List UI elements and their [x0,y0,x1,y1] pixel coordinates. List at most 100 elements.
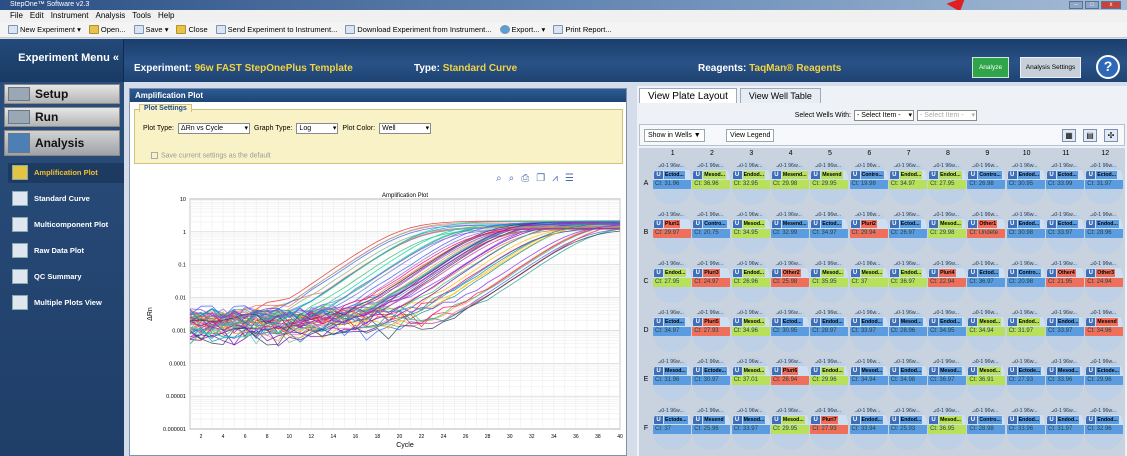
plate-well[interactable]: A50-1 96w... U Mesod... Ct: 35.95 [810,259,849,303]
row-header[interactable]: C [639,278,653,285]
plate-well[interactable]: A50-1 96w... U Other1 Ct: Undete [967,210,1006,254]
plate-well[interactable]: A50-1 96w... U Mesod... Ct: 28.96 [888,308,927,352]
zoom-in-icon[interactable]: ⌕ [496,173,502,184]
plate-well[interactable]: A50-1 96w... U Endod... Ct: 33.97 [849,308,888,352]
plate-well[interactable]: A50-1 96w... U Endod... Ct: 27.95 [928,161,967,205]
column-header[interactable]: 7 [889,148,928,159]
plate-well[interactable]: A50-1 96w... U Pluri6 Ct: 26.94 [770,357,809,401]
plate-well[interactable]: A50-1 96w... U Mesend Ct: 25.96 [692,406,731,450]
zoom-out-icon[interactable]: ⌕ [509,173,515,184]
plate-well[interactable]: A50-1 96w... U Ectod... Ct: 30.95 [770,308,809,352]
plate-well[interactable]: A50-1 96w... U Endod... Ct: 36.97 [888,259,927,303]
plate-well[interactable]: A50-1 96w... U Contro... Ct: 26.98 [967,161,1006,205]
plate-well[interactable]: A50-1 96w... U Endod... Ct: 28.97 [810,308,849,352]
experiment-menu-toggle[interactable]: Experiment Menu « [0,39,124,82]
menu-instrument[interactable]: Instrument [51,10,89,22]
sidebar-item-amplification-plot[interactable]: Amplification Plot [8,163,124,183]
plate-well[interactable]: A50-1 96w... U Endod... Ct: 26.96 [731,259,770,303]
plate-well[interactable]: A50-1 96w... U Mesod... Ct: 34.95 [731,210,770,254]
plate-well[interactable]: A50-1 96w... U Ectod... Ct: 33.97 [1046,210,1084,254]
sidebar-item-standard-curve[interactable]: Standard Curve [8,189,124,209]
download-experiment-button[interactable]: Download Experiment from Instrument... [345,25,492,35]
menu-file[interactable]: File [10,10,23,22]
plate-well[interactable]: A50-1 96w... U Mesod... Ct: 36.96 [692,161,731,205]
plate-well[interactable]: A50-1 96w... U Mesend Ct: 29.95 [810,161,849,205]
plate-well[interactable]: A50-1 96w... U Mesod... Ct: 37.01 [731,357,770,401]
plate-well[interactable]: A50-1 96w... U Mesod... Ct: 34.94 [967,308,1006,352]
plate-well[interactable]: A50-1 96w... U Endod... Ct: 31.97 [1006,308,1045,352]
plate-well[interactable]: A50-1 96w... U Pluri3 Ct: 24.97 [692,259,731,303]
row-header[interactable]: E [639,376,653,383]
column-header[interactable]: 6 [850,148,889,159]
help-icon[interactable]: ? [1096,55,1120,79]
save-button[interactable]: Save ▾ [133,25,168,35]
plate-well[interactable]: A50-1 96w... U Endod... Ct: 34.98 [888,357,927,401]
menu-edit[interactable]: Edit [30,10,44,22]
column-header[interactable]: 4 [771,148,810,159]
plate-well[interactable]: A50-1 96w... U Ectode... Ct: 29.96 [1085,357,1124,401]
plate-well[interactable]: A50-1 96w... U Endod... Ct: 33.96 [1006,406,1045,450]
plate-well[interactable]: A50-1 96w... U Contro... Ct: 19.98 [849,161,888,205]
plate-well[interactable]: A50-1 96w... U Endod... Ct: 28.96 [1085,210,1124,254]
maximize-icon[interactable]: □ [1085,1,1099,9]
plate-well[interactable]: A50-1 96w... U Pluri5 Ct: 27.93 [692,308,731,352]
copy-icon[interactable]: ❐ [536,173,545,184]
plate-well[interactable]: A50-1 96w... U Ectod... Ct: 33.99 [1046,161,1084,205]
plate-well[interactable]: A50-1 96w... U Ectod... Ct: 34.97 [653,308,691,352]
chart-icon[interactable]: ⩘ [552,173,558,184]
select-wells-dropdown-2[interactable]: - Select Item - [917,109,977,121]
plate-well[interactable]: A50-1 96w... U Mesod... Ct: 34.94 [849,357,888,401]
plate-well[interactable]: A50-1 96w... U Other4 Ct: 21.95 [1046,259,1084,303]
sidebar-item-multiple-plots-view[interactable]: Multiple Plots View [8,293,124,313]
plate-well[interactable]: A50-1 96w... U Mesod... Ct: 36.95 [928,406,967,450]
analysis-settings-button[interactable]: Analysis Settings [1020,57,1081,78]
plate-well[interactable]: A50-1 96w... U Endod... Ct: 33.94 [849,406,888,450]
nav-setup[interactable]: Setup [4,84,120,104]
column-header[interactable]: 8 [928,148,967,159]
view-legend-button[interactable]: View Legend [726,129,775,142]
plate-well[interactable]: A50-1 96w... U Ectode... Ct: 30.97 [692,357,731,401]
plate-well[interactable]: A50-1 96w... U Endod... Ct: 34.97 [888,161,927,205]
column-header[interactable]: 2 [692,148,731,159]
plate-well[interactable]: A50-1 96w... U Contro... Ct: 20.75 [692,210,731,254]
plate-well[interactable]: A50-1 96w... U Other3 Ct: 24.94 [1085,259,1124,303]
select-wells-dropdown-1[interactable]: - Select Item - [854,109,914,121]
plate-well[interactable]: A50-1 96w... U Mesod... Ct: 37 [849,259,888,303]
plate-well[interactable]: A50-1 96w... U Mesod... Ct: 33.97 [731,406,770,450]
plate-well[interactable]: A50-1 96w... U Contro... Ct: 20.98 [1006,259,1045,303]
plate-well[interactable]: A50-1 96w... U Endod... Ct: 30.95 [1006,161,1045,205]
plate-well[interactable]: A50-1 96w... U Endod... Ct: 33.97 [1046,308,1084,352]
nav-run[interactable]: Run [4,107,120,127]
plate-well[interactable]: A50-1 96w... U Pluri2 Ct: 29.94 [849,210,888,254]
row-header[interactable]: D [639,327,653,334]
close-icon[interactable]: x [1101,1,1121,9]
plot-color-select[interactable]: Well [379,123,432,134]
plot-type-select[interactable]: ΔRn vs Cycle [178,123,251,134]
plate-well[interactable]: A50-1 96w... U Ectod... Ct: 36.97 [967,259,1006,303]
save-default-checkbox[interactable]: Save current settings as the default [151,152,271,159]
plate-well[interactable]: A50-1 96w... U Endod... Ct: 30.98 [1006,210,1045,254]
column-header[interactable]: 3 [732,148,771,159]
menu-help[interactable]: Help [158,10,174,22]
export-button[interactable]: Export... ▾ [499,25,545,35]
open-button[interactable]: Open... [88,25,126,35]
plate-well[interactable]: A50-1 96w... U Ectode... Ct: 37 [653,406,691,450]
print-report-button[interactable]: Print Report... [553,25,612,35]
column-header[interactable]: 1 [653,148,692,159]
graph-type-select[interactable]: Log [296,123,339,134]
sidebar-item-multicomponent-plot[interactable]: Multicomponent Plot [8,215,124,235]
column-header[interactable]: 10 [1007,148,1046,159]
minimize-icon[interactable]: – [1069,1,1083,9]
layout-expand-icon[interactable]: ✣ [1104,129,1118,142]
menu-analysis[interactable]: Analysis [95,10,125,22]
plate-well[interactable]: A50-1 96w... U Endod... Ct: 34.95 [928,308,967,352]
sidebar-item-raw-data-plot[interactable]: Raw Data Plot [8,241,124,261]
plate-well[interactable]: A50-1 96w... U Ectod... Ct: 31.97 [1085,161,1124,205]
plate-well[interactable]: A50-1 96w... U Ectode... Ct: 27.93 [1006,357,1045,401]
layout-list-icon[interactable]: ▤ [1083,129,1097,142]
plate-well[interactable]: A50-1 96w... U Mesend Ct: 34.96 [1085,308,1124,352]
plate-well[interactable]: A50-1 96w... U Mesod... Ct: 36.97 [928,357,967,401]
tab-view-plate-layout[interactable]: View Plate Layout [639,88,737,103]
print-icon[interactable]: ⎙ [521,173,529,184]
new-experiment-button[interactable]: New Experiment ▾ [8,25,81,35]
